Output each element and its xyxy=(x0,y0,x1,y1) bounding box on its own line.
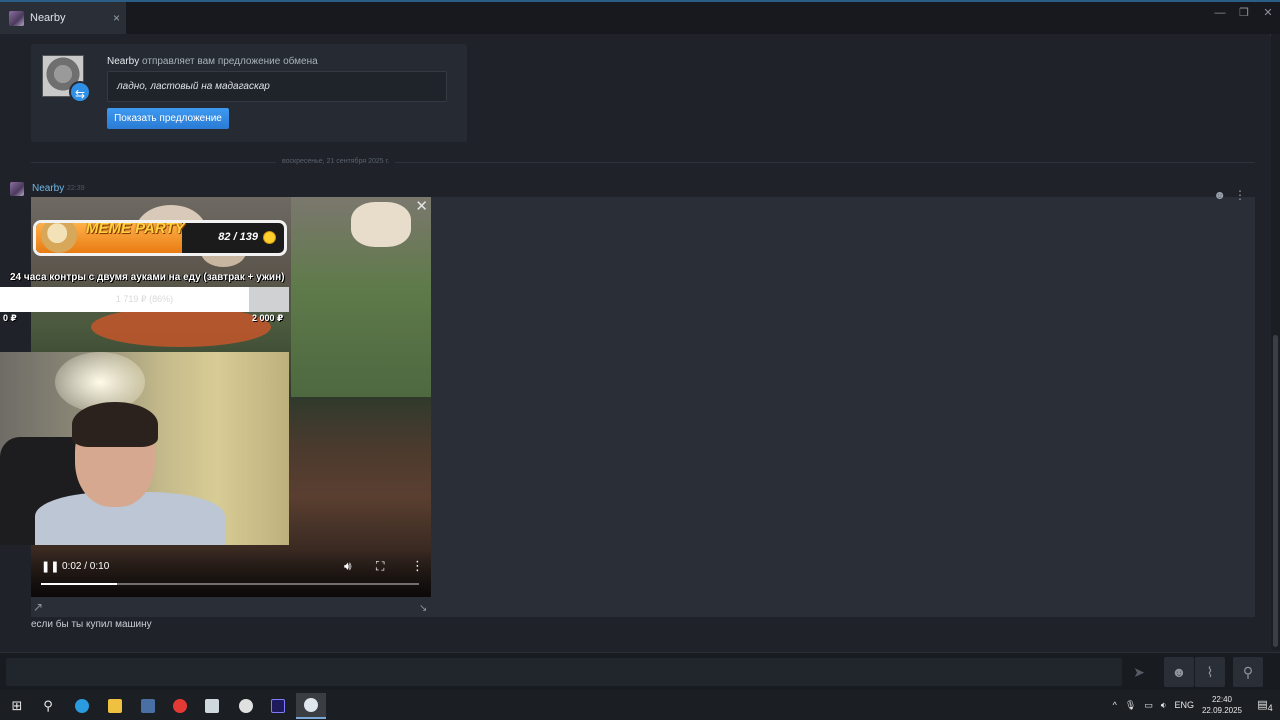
chrome-like-icon[interactable] xyxy=(231,693,261,719)
message-time: 22:39 xyxy=(67,185,85,192)
video-time: 0:02 / 0:10 xyxy=(62,561,110,572)
network-icon[interactable]: ▭ xyxy=(1144,700,1153,711)
search-icon[interactable]: ⚲ xyxy=(33,693,63,719)
yandex-icon[interactable] xyxy=(165,693,195,719)
meme-title: MEME PARTY xyxy=(86,220,185,237)
resize-icon[interactable]: ↘ xyxy=(419,603,427,614)
date-divider xyxy=(31,162,1255,163)
window-controls: — ❐ ✕ xyxy=(1208,4,1280,24)
open-external-icon[interactable]: ↗ xyxy=(33,600,43,614)
video-more-icon[interactable]: ⋮ xyxy=(411,558,424,574)
meme-party-goal: MEME PARTY 82 / 139 xyxy=(33,220,287,256)
notifications-icon[interactable]: ▤4 xyxy=(1254,694,1276,716)
trade-message: ладно, ластовый на мадагаскар xyxy=(107,71,447,102)
webcam-person-hair xyxy=(72,402,158,447)
audition-icon[interactable] xyxy=(263,693,293,719)
date-divider-text: воскресенье, 21 сентября 2025 г. xyxy=(276,158,396,165)
trade-arrows-icon: ⇆ xyxy=(69,81,91,103)
restore-icon[interactable]: ❐ xyxy=(1232,4,1256,24)
trade-offer-card: ⇆ Nearby отправляет вам предложение обме… xyxy=(31,44,467,142)
voice-icon[interactable]: ⚲ xyxy=(1233,657,1263,687)
tab-avatar xyxy=(9,10,24,26)
clock-date: 22.09.2025 xyxy=(1201,706,1242,715)
steam-icon[interactable] xyxy=(296,693,326,719)
close-video-icon[interactable]: ✕ xyxy=(415,197,428,215)
tab-close-icon[interactable]: × xyxy=(113,11,120,25)
microphone-icon[interactable]: 🎙︎ xyxy=(1125,700,1136,711)
volume-icon[interactable]: 🔊︎ xyxy=(344,559,352,574)
volume-tray-icon[interactable]: 🔉︎ xyxy=(1161,700,1167,711)
message-author[interactable]: Nearby xyxy=(32,183,64,194)
coin-icon xyxy=(263,231,276,244)
show-offer-button[interactable]: Показать предложение xyxy=(107,108,229,129)
send-icon[interactable]: ➤ xyxy=(1124,657,1154,687)
message-avatar[interactable] xyxy=(10,182,24,196)
donation-goal-title: 24 часа контры с двумя ауками на еду (за… xyxy=(10,272,285,283)
emoji-reaction-icon[interactable]: ☻ xyxy=(1213,188,1226,202)
chat-tab[interactable]: Nearby × xyxy=(0,2,126,34)
tray-chevron-icon[interactable]: ^ xyxy=(1113,700,1117,710)
trade-sender[interactable]: Nearby xyxy=(107,56,139,67)
chat-log[interactable]: ⇆ Nearby отправляет вам предложение обме… xyxy=(0,34,1270,650)
clock[interactable]: 22:40 22.09.2025 xyxy=(1202,694,1242,716)
windows-start-icon[interactable]: ⊞ xyxy=(2,693,32,719)
tab-title: Nearby xyxy=(30,12,66,24)
taskbar: ⊞ ⚲ ^ 🎙︎ ▭ 🔉︎ ENG 22:40 22.09.2025 ▤4 xyxy=(0,690,1280,720)
video-scene-detail xyxy=(351,202,411,247)
video-progress-track[interactable] xyxy=(41,583,419,585)
file-explorer-icon[interactable] xyxy=(100,693,130,719)
fullscreen-icon[interactable]: ⛶ xyxy=(376,559,384,574)
donation-goal-bar: 1 719 ₽ (86%) xyxy=(0,287,289,312)
webcam-overlay xyxy=(0,352,289,545)
title-bar: Nearby × — ❐ ✕ xyxy=(0,0,1280,36)
attach-icon[interactable]: ⌇ xyxy=(1195,657,1225,687)
donation-max: 2 000 ₽ xyxy=(252,313,284,323)
language-indicator[interactable]: ENG xyxy=(1174,700,1194,710)
edge-icon[interactable] xyxy=(67,693,97,719)
video-scene-detail xyxy=(91,307,271,347)
minimize-icon[interactable]: — xyxy=(1208,4,1232,24)
donation-min: 0 ₽ xyxy=(3,313,17,323)
notification-count: 4 xyxy=(1267,703,1273,714)
emoji-icon[interactable]: ☻ xyxy=(1164,657,1194,687)
app-icon[interactable] xyxy=(197,693,227,719)
message-text: если бы ты купил машину xyxy=(31,619,152,630)
video-controls: ❚❚ 0:02 / 0:10 🔊︎ ⛶ ⋮ xyxy=(31,549,431,597)
system-tray: ^ 🎙︎ ▭ 🔉︎ ENG 22:40 22.09.2025 ▤4 xyxy=(1113,690,1280,720)
chat-scroll-thumb[interactable] xyxy=(1273,335,1278,647)
trade-header: Nearby отправляет вам предложение обмена xyxy=(107,56,318,67)
video-progress-fill xyxy=(41,583,117,585)
clock-time: 22:40 xyxy=(1211,695,1232,704)
message-composer: ➤ ☻ ⌇ ⚲ xyxy=(0,652,1280,690)
message-tools: ☻ ⋮ xyxy=(1213,188,1246,202)
close-window-icon[interactable]: ✕ xyxy=(1256,4,1280,24)
trade-action: отправляет вам предложение обмена xyxy=(139,56,318,67)
pause-icon[interactable]: ❚❚ xyxy=(41,560,59,573)
calculator-icon[interactable] xyxy=(133,693,163,719)
meme-count: 82 / 139 xyxy=(218,231,258,243)
donation-amount: 1 719 ₽ (86%) xyxy=(115,294,174,304)
more-options-icon[interactable]: ⋮ xyxy=(1234,188,1246,202)
message-input[interactable] xyxy=(6,658,1122,686)
